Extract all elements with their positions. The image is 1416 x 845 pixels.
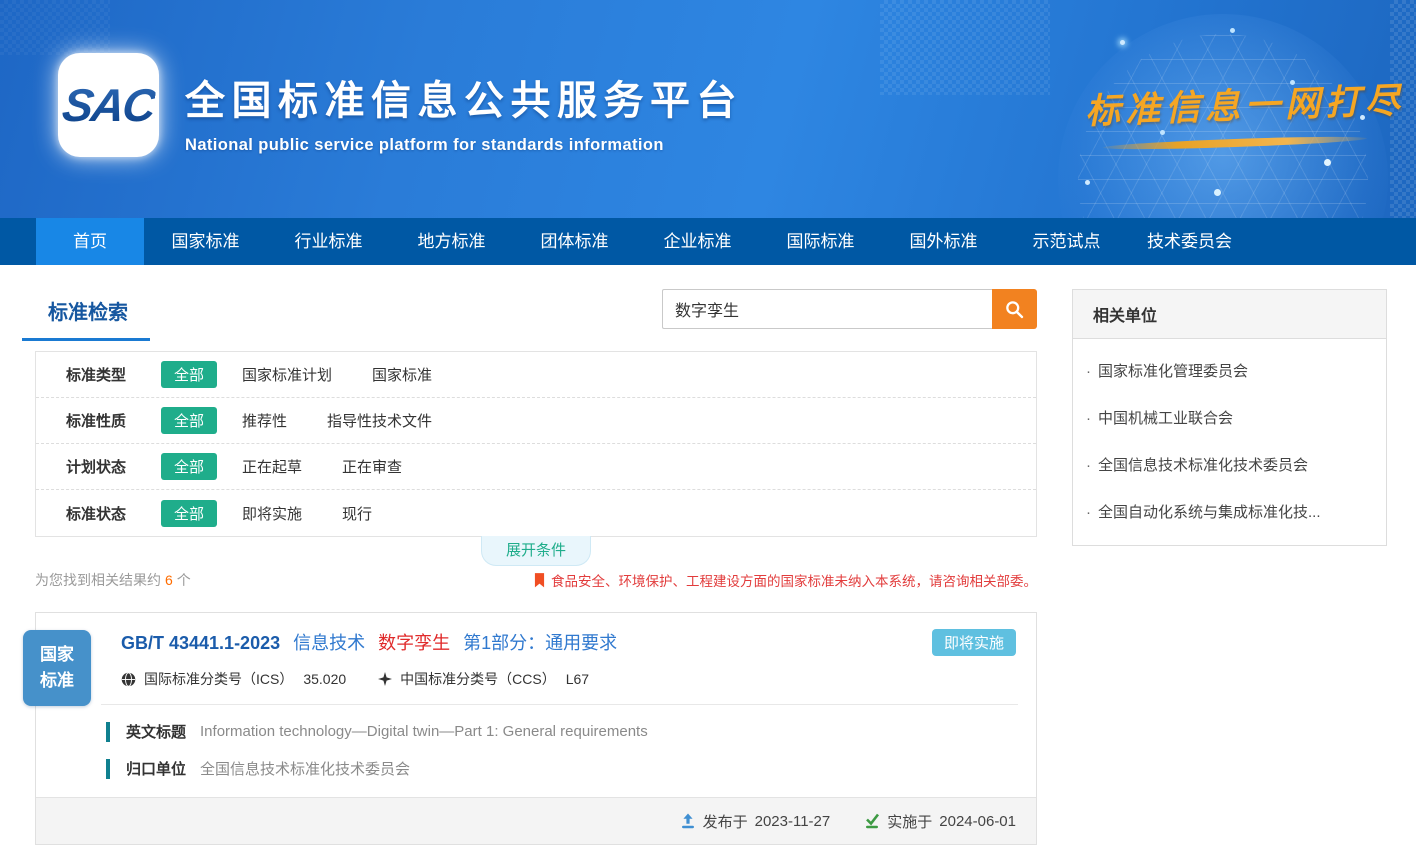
result-card: 国家 标准 GB/T 43441.1-2023 信息技术 数字孪生 第1部分：通… xyxy=(35,612,1037,845)
sac-logo[interactable]: SAC xyxy=(58,53,159,157)
filter-row-standard-type: 标准类型 全部 国家标准计划 国家标准 xyxy=(36,352,1036,398)
nav-tab-pilot[interactable]: 示范试点 xyxy=(1005,218,1128,265)
filter-box: 标准类型 全部 国家标准计划 国家标准 标准性质 全部 推荐性 指导性技术文件 … xyxy=(35,351,1037,537)
ics-value: 35.020 xyxy=(303,671,346,687)
results-info-row: 为您找到相关结果约6个 食品安全、环境保护、工程建设方面的国家标准未纳入本系统，… xyxy=(35,570,1037,590)
search-icon xyxy=(1004,299,1025,320)
search-term-highlight: 数字孪生 xyxy=(378,633,450,653)
row-marker xyxy=(106,722,110,742)
related-unit-link[interactable]: ·国家标准化管理委员会 xyxy=(1073,347,1386,394)
nav-tab-home[interactable]: 首页 xyxy=(36,218,144,265)
status-badge: 即将实施 xyxy=(932,629,1016,656)
related-units-list: ·国家标准化管理委员会 ·中国机械工业联合会 ·全国信息技术标准化技术委员会 ·… xyxy=(1073,339,1386,545)
filter-option[interactable]: 国家标准 xyxy=(372,364,432,385)
nav-tab-local-standards[interactable]: 地方标准 xyxy=(390,218,513,265)
sac-logo-text: SAC xyxy=(59,78,158,132)
filter-all-button[interactable]: 全部 xyxy=(161,361,217,388)
ccs-value: L67 xyxy=(566,671,589,687)
compass-icon xyxy=(378,672,392,686)
page: SAC 全国标准信息公共服务平台 National public service… xyxy=(0,0,1416,845)
published-date-group: 发布于 2023-11-27 xyxy=(680,811,831,832)
search-section-header: 标准检索 xyxy=(35,289,1037,333)
implemented-date-group: 实施于 2024-06-01 xyxy=(864,811,1016,832)
ccs-label: 中国标准分类号（CCS） xyxy=(400,669,556,689)
related-unit-link[interactable]: ·中国机械工业联合会 xyxy=(1073,394,1386,441)
search-box xyxy=(662,289,1037,329)
filter-option[interactable]: 正在起草 xyxy=(242,456,302,477)
row-marker xyxy=(106,759,110,779)
main-column: 标准检索 标准类型 全部 国家标准计划 国家标准 xyxy=(35,289,1037,845)
system-notice: 食品安全、环境保护、工程建设方面的国家标准未纳入本系统，请咨询相关部委。 xyxy=(534,570,1037,590)
main-nav: 首页 国家标准 行业标准 地方标准 团体标准 企业标准 国际标准 国外标准 示范… xyxy=(0,218,1416,265)
ics-group: 国际标准分类号（ICS） 35.020 xyxy=(121,669,346,689)
filter-all-button[interactable]: 全部 xyxy=(161,500,217,527)
ics-label: 国际标准分类号（ICS） xyxy=(144,669,293,689)
filter-all-button[interactable]: 全部 xyxy=(161,453,217,480)
filter-option[interactable]: 即将实施 xyxy=(242,503,302,524)
site-header: SAC 全国标准信息公共服务平台 National public service… xyxy=(0,0,1416,218)
filter-row-standard-status: 标准状态 全部 即将实施 现行 xyxy=(36,490,1036,536)
nav-tab-foreign-standards[interactable]: 国外标准 xyxy=(882,218,1005,265)
card-meta: 国际标准分类号（ICS） 35.020 中国标准分类号（CCS） L67 xyxy=(36,656,1036,704)
header-texture xyxy=(880,0,1050,95)
english-title-row: 英文标题 Information technology—Digital twin… xyxy=(106,721,1016,742)
standard-title-link[interactable]: GB/T 43441.1-2023 信息技术 数字孪生 第1部分：通用要求 xyxy=(121,629,625,655)
related-units-title: 相关单位 xyxy=(1073,290,1386,339)
site-title: 全国标准信息公共服务平台 xyxy=(185,68,743,126)
card-divider xyxy=(101,704,1018,705)
nav-tab-group-standards[interactable]: 团体标准 xyxy=(513,218,636,265)
filter-row-plan-status: 计划状态 全部 正在起草 正在审查 xyxy=(36,444,1036,490)
standard-code: GB/T 43441.1-2023 xyxy=(121,633,280,653)
slogan-text: 标准信息一网打尽 xyxy=(1084,73,1386,134)
nav-tab-industry-standards[interactable]: 行业标准 xyxy=(267,218,390,265)
ccs-group: 中国标准分类号（CCS） L67 xyxy=(378,669,589,689)
card-footer: 发布于 2023-11-27 实施于 2024-06-01 xyxy=(36,797,1036,844)
content: 标准检索 标准类型 全部 国家标准计划 国家标准 xyxy=(0,265,1416,845)
expand-wrap: 展开条件 xyxy=(35,537,1037,564)
site-title-block: 全国标准信息公共服务平台 National public service pla… xyxy=(185,68,743,155)
filter-option[interactable]: 指导性技术文件 xyxy=(327,410,432,431)
filter-option[interactable]: 国家标准计划 xyxy=(242,364,332,385)
published-date: 2023-11-27 xyxy=(755,813,831,830)
notice-text: 食品安全、环境保护、工程建设方面的国家标准未纳入本系统，请咨询相关部委。 xyxy=(551,570,1037,590)
filter-label: 计划状态 xyxy=(66,456,161,477)
nav-tab-national-standards[interactable]: 国家标准 xyxy=(144,218,267,265)
search-input[interactable] xyxy=(662,289,992,329)
nav-tab-technical-committee[interactable]: 技术委员会 xyxy=(1128,218,1251,265)
result-count-number: 6 xyxy=(165,572,173,588)
filter-row-standard-nature: 标准性质 全部 推荐性 指导性技术文件 xyxy=(36,398,1036,444)
expand-conditions-button[interactable]: 展开条件 xyxy=(481,536,591,566)
nav-tab-international-standards[interactable]: 国际标准 xyxy=(759,218,882,265)
result-count: 为您找到相关结果约6个 xyxy=(35,570,191,590)
nav-tab-enterprise-standards[interactable]: 企业标准 xyxy=(636,218,759,265)
bookmark-icon xyxy=(534,573,545,588)
globe-icon xyxy=(121,672,136,687)
upload-icon xyxy=(680,813,696,829)
filter-label: 标准性质 xyxy=(66,410,161,431)
related-unit-link[interactable]: ·全国信息技术标准化技术委员会 xyxy=(1073,441,1386,488)
search-button[interactable] xyxy=(992,289,1037,329)
filter-label: 标准类型 xyxy=(66,364,161,385)
check-icon xyxy=(864,813,880,829)
implemented-date: 2024-06-01 xyxy=(939,813,1016,830)
filter-label: 标准状态 xyxy=(66,503,161,524)
filter-option[interactable]: 推荐性 xyxy=(242,410,287,431)
filter-option[interactable]: 现行 xyxy=(342,503,372,524)
card-head: GB/T 43441.1-2023 信息技术 数字孪生 第1部分：通用要求 即将… xyxy=(36,613,1036,656)
related-units-panel: 相关单位 ·国家标准化管理委员会 ·中国机械工业联合会 ·全国信息技术标准化技术… xyxy=(1072,289,1387,546)
committee-row: 归口单位 全国信息技术标准化技术委员会 xyxy=(106,758,1016,779)
filter-all-button[interactable]: 全部 xyxy=(161,407,217,434)
site-subtitle: National public service platform for sta… xyxy=(185,136,743,155)
sparkle-dots xyxy=(1120,40,1125,45)
section-title: 标准检索 xyxy=(35,289,128,325)
slogan-block: 标准信息一网打尽 xyxy=(1085,78,1385,147)
filter-option[interactable]: 正在审查 xyxy=(342,456,402,477)
header-texture xyxy=(0,0,110,55)
related-unit-link[interactable]: ·全国自动化系统与集成标准化技... xyxy=(1073,488,1386,535)
standard-type-badge: 国家 标准 xyxy=(23,630,91,706)
